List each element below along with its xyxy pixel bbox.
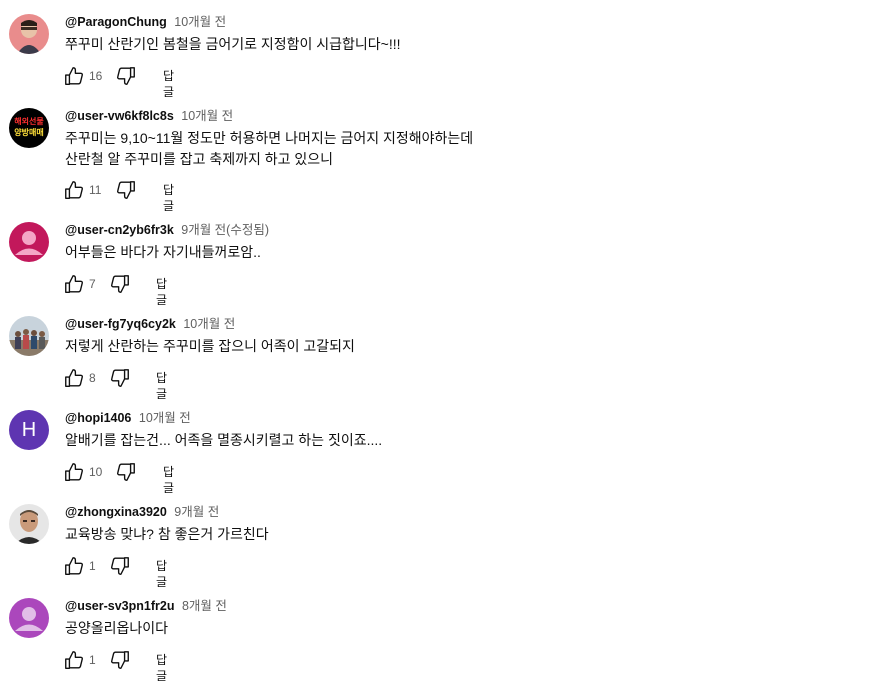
default-person-icon — [15, 231, 43, 255]
like-button[interactable] — [63, 273, 85, 295]
thumb-up-icon — [65, 181, 83, 199]
comment-time[interactable]: 10개월 전 — [181, 109, 233, 123]
dislike-button[interactable] — [109, 555, 131, 577]
thumb-down-icon — [111, 651, 129, 669]
comment-time[interactable]: 10개월 전 — [174, 15, 226, 29]
comment-author[interactable]: @user-fg7yq6cy2k — [65, 317, 176, 331]
like-button[interactable] — [63, 65, 85, 87]
like-count: 11 — [89, 183, 102, 197]
portrait-photo-icon — [9, 504, 49, 544]
comment-author[interactable]: @hopi1406 — [65, 411, 131, 425]
thumb-up-icon — [65, 275, 83, 293]
dislike-button[interactable] — [109, 367, 131, 389]
thumb-down-icon — [111, 275, 129, 293]
thumb-up-icon — [65, 67, 83, 85]
thumb-down-icon — [111, 369, 129, 387]
avatar[interactable] — [9, 14, 49, 54]
thumb-down-icon — [117, 67, 135, 85]
comment-time[interactable]: 10개월 전 — [139, 411, 191, 425]
like-count: 7 — [89, 277, 96, 291]
comment-text: 쭈꾸미 산란기인 봄철을 금어기로 지정함이 시급합니다~!!! — [65, 36, 401, 52]
comment-text: 주꾸미는 9,10~11월 정도만 허용하면 나머지는 금어지 지정해야하는데 산… — [65, 130, 474, 167]
comment-time[interactable]: 8개월 전 — [182, 599, 227, 613]
like-button[interactable] — [63, 367, 85, 389]
comment-item: @user-cn2yb6fr3k 9개월 전(수정됨) 어부들은 바다가 자기내… — [0, 206, 896, 307]
comment-text: 어부들은 바다가 자기내들꺼로암.. — [65, 244, 261, 260]
thumb-up-icon — [65, 369, 83, 387]
comment-item: @user-sv3pn1fr2u 8개월 전 공양올리옵나이다 1 답글 — [0, 582, 896, 683]
comment-item: @zhongxina3920 9개월 전 교육방송 맞냐? 참 좋은거 가르친다… — [0, 488, 896, 589]
comment-time[interactable]: 10개월 전 — [183, 317, 235, 331]
thumb-up-icon — [65, 557, 83, 575]
thumb-down-icon — [117, 181, 135, 199]
comment-author[interactable]: @ParagonChung — [65, 15, 167, 29]
comment-time[interactable]: 9개월 전(수정됨) — [181, 223, 269, 237]
comment-text: 공양올리옵나이다 — [65, 620, 169, 636]
like-count: 16 — [89, 69, 103, 83]
avatar[interactable] — [9, 222, 49, 262]
comment-text: 교육방송 맞냐? 참 좋은거 가르친다 — [65, 526, 269, 542]
avatar[interactable]: H — [9, 410, 49, 450]
comment-text: 저렇게 산란하는 주꾸미를 잡으니 어족이 고갈되지 — [65, 338, 355, 354]
dislike-button[interactable] — [115, 179, 137, 201]
text-avatar-icon: 해외선물 양방매매 — [14, 117, 44, 137]
photo-avatar-icon — [9, 14, 49, 54]
dislike-button[interactable] — [115, 65, 137, 87]
like-button[interactable] — [63, 461, 85, 483]
comment-item: @user-fg7yq6cy2k 10개월 전 저렇게 산란하는 주꾸미를 잡으… — [0, 300, 896, 401]
comment-author[interactable]: @user-sv3pn1fr2u — [65, 599, 174, 613]
comment-time[interactable]: 9개월 전 — [174, 505, 219, 519]
letter-avatar-icon: H — [21, 419, 37, 441]
avatar[interactable] — [9, 316, 49, 356]
comment-item: 해외선물 양방매매 @user-vw6kf8lc8s 10개월 전 주꾸미는 9… — [0, 94, 896, 213]
like-count: 1 — [89, 559, 96, 573]
comment-item: H @hopi1406 10개월 전 알배기를 잡는건... 어족을 멸종시키렬… — [0, 394, 896, 495]
dislike-button[interactable] — [109, 649, 131, 671]
thumb-up-icon — [65, 651, 83, 669]
group-photo-icon — [9, 316, 49, 356]
like-count: 10 — [89, 465, 103, 479]
thumb-down-icon — [117, 463, 135, 481]
default-person-icon — [15, 607, 43, 631]
comment-item: @ParagonChung 10개월 전 쭈꾸미 산란기인 봄철을 금어기로 지… — [0, 0, 896, 99]
like-count: 8 — [89, 371, 96, 385]
like-button[interactable] — [63, 649, 85, 671]
comment-author[interactable]: @user-cn2yb6fr3k — [65, 223, 174, 237]
like-button[interactable] — [63, 555, 85, 577]
avatar[interactable]: 해외선물 양방매매 — [9, 108, 49, 148]
reply-button[interactable]: 답글 — [156, 652, 167, 684]
thumb-down-icon — [111, 557, 129, 575]
comment-author[interactable]: @user-vw6kf8lc8s — [65, 109, 174, 123]
avatar[interactable] — [9, 504, 49, 544]
dislike-button[interactable] — [115, 461, 137, 483]
thumb-up-icon — [65, 463, 83, 481]
comment-text: 알배기를 잡는건... 어족을 멸종시키렬고 하는 짓이죠.... — [65, 432, 383, 448]
dislike-button[interactable] — [109, 273, 131, 295]
comment-author[interactable]: @zhongxina3920 — [65, 505, 167, 519]
like-count: 1 — [89, 653, 96, 667]
avatar[interactable] — [9, 598, 49, 638]
like-button[interactable] — [63, 179, 85, 201]
